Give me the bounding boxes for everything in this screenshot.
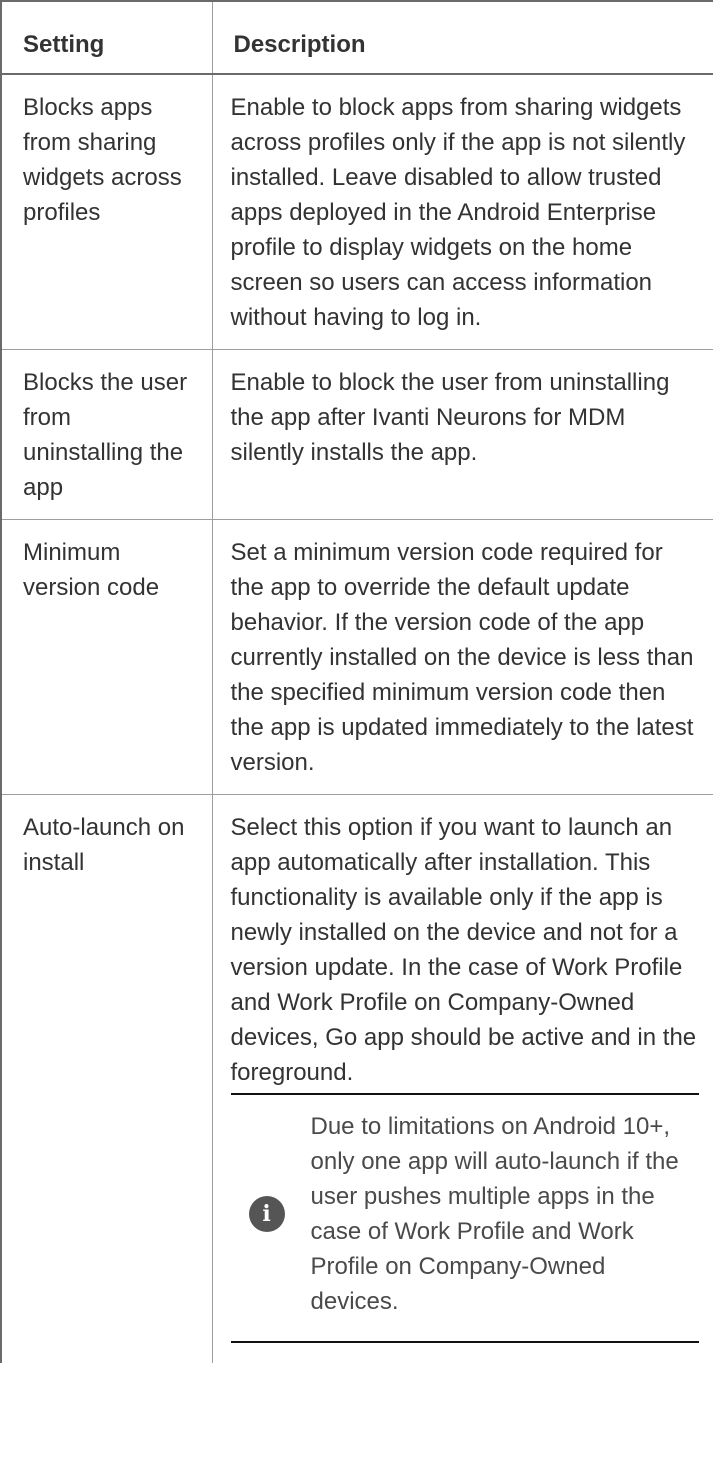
note-text: Due to limitations on Android 10+, only …: [310, 1113, 679, 1315]
table-row: Blocks the user from uninstalling the ap…: [0, 349, 713, 520]
column-header-setting: Setting: [0, 0, 213, 75]
setting-name: Auto-launch on install: [0, 794, 213, 1363]
setting-name: Minimum version code: [0, 519, 213, 795]
table-row: Minimum version code Set a minimum versi…: [0, 519, 713, 795]
table-header-row: Setting Description: [0, 0, 713, 75]
setting-name: Blocks the user from uninstalling the ap…: [0, 349, 213, 520]
note-icon-container: i: [231, 1196, 303, 1232]
info-icon: i: [248, 1196, 285, 1232]
table-row: Blocks apps from sharing widgets across …: [0, 73, 713, 350]
setting-name: Blocks apps from sharing widgets across …: [0, 73, 213, 350]
setting-description: Enable to block the user from uninstalli…: [211, 349, 713, 520]
note-callout: i Due to limitations on Android 10+, onl…: [230, 1093, 699, 1343]
setting-description-cell: Select this option if you want to launch…: [211, 794, 713, 1363]
settings-table: Setting Description Blocks apps from sha…: [0, 0, 713, 1363]
setting-description: Select this option if you want to launch…: [230, 814, 697, 1086]
setting-description: Enable to block apps from sharing widget…: [211, 73, 713, 350]
setting-description: Set a minimum version code required for …: [211, 519, 713, 795]
table-row: Auto-launch on install Select this optio…: [0, 794, 713, 1363]
column-header-description: Description: [211, 0, 713, 75]
